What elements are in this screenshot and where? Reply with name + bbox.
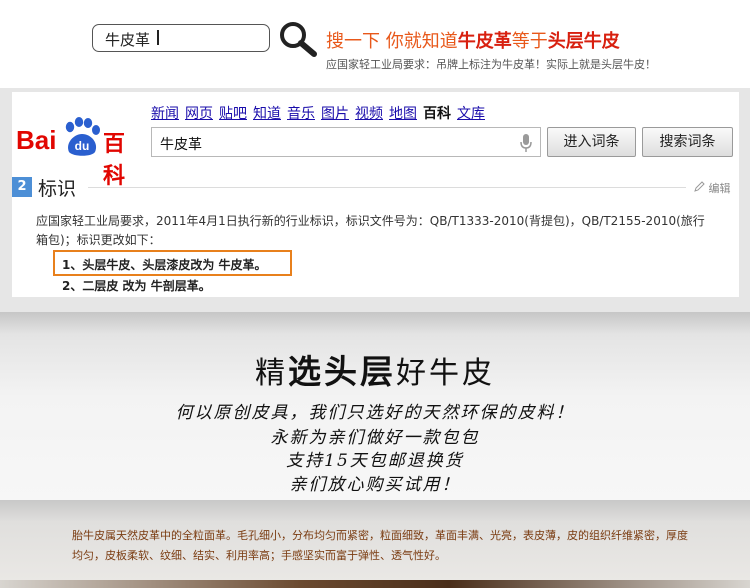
- search-icon[interactable]: [278, 20, 320, 58]
- text-caret: [157, 30, 159, 45]
- baidu-nav: 新闻 网页 贴吧 知道 音乐 图片 视频 地图 百科 文库: [151, 103, 491, 123]
- edit-link[interactable]: 编辑: [694, 180, 731, 196]
- logo-baike: 百科: [103, 132, 126, 189]
- top-search-box[interactable]: 牛皮革: [92, 24, 270, 52]
- baike-search-value: 牛皮革: [160, 137, 202, 153]
- edit-label: 编辑: [708, 182, 731, 195]
- nav-item-web[interactable]: 网页: [185, 106, 213, 122]
- pencil-icon: [694, 181, 705, 192]
- logo-du: du: [75, 139, 90, 153]
- enter-entry-button[interactable]: 进入词条: [547, 127, 636, 157]
- nav-item-video[interactable]: 视频: [355, 106, 383, 122]
- top-subtitle: 应国家轻工业局要求：吊牌上标注为牛皮革！实际上就是头层牛皮！: [326, 58, 656, 71]
- handwriting-line: 亲们放心购买试用！: [289, 475, 461, 495]
- article-paragraph: 应国家轻工业局要求，2011年4月1日执行新的行业标识，标识文件号为：QB/T1…: [36, 214, 705, 228]
- product-image-edge: [0, 580, 750, 588]
- slogan-mid: 等于: [511, 31, 548, 52]
- nav-item-images[interactable]: 图片: [321, 106, 349, 122]
- section-number-badge: 2: [12, 177, 32, 197]
- article-paragraph-cont: 箱包)；标识更改如下：: [36, 233, 161, 247]
- microphone-icon[interactable]: [520, 134, 532, 152]
- handwriting-line: 支持15天包邮退换货: [286, 451, 464, 471]
- nav-item-zhidao[interactable]: 知道: [253, 106, 281, 122]
- list-item: 2、二层皮 改为 牛剖层革。: [62, 279, 211, 293]
- slogan-bold-2: 头层牛皮: [547, 31, 620, 52]
- handwriting-line: 何以原创皮具，我们只选好的天然环保的皮料！: [175, 403, 575, 423]
- baike-search-input[interactable]: 牛皮革: [151, 127, 541, 157]
- nav-item-music[interactable]: 音乐: [287, 106, 315, 122]
- slogan-prefix: 搜一下 你就知道: [326, 31, 458, 52]
- headline-emphasis: 选头层: [288, 352, 396, 391]
- leather-description: 胎牛皮属天然皮革中的全粒面革。毛孔细小，分布均匀而紧密，粒面细致，革面丰满、光亮…: [72, 529, 688, 562]
- nav-item-news[interactable]: 新闻: [151, 106, 179, 122]
- slogan-bold-1: 牛皮革: [457, 31, 512, 52]
- search-entry-button[interactable]: 搜索词条: [642, 127, 733, 157]
- baidu-baike-logo[interactable]: Bai du 百科: [16, 117, 146, 189]
- section-divider: [88, 187, 686, 188]
- list-item: 1、头层牛皮、头层漆皮改为 牛皮革。: [62, 258, 267, 272]
- nav-item-map[interactable]: 地图: [389, 106, 417, 122]
- section-title: 标识: [38, 178, 77, 200]
- handwriting-line: 永新为亲们做好一款包包: [270, 428, 480, 448]
- promo-headline: 精选头层好牛皮: [0, 345, 750, 393]
- baidu-paw-icon: du: [65, 117, 100, 156]
- headline-post: 好牛皮: [396, 356, 495, 391]
- logo-bai: Bai: [16, 125, 57, 155]
- top-slogan: 搜一下 你就知道牛皮革等于头层牛皮: [326, 27, 620, 53]
- headline-pre: 精: [255, 356, 288, 391]
- nav-item-baike-active[interactable]: 百科: [423, 106, 451, 122]
- top-search-value: 牛皮革: [105, 31, 151, 49]
- nav-item-tieba[interactable]: 贴吧: [219, 106, 247, 122]
- nav-item-wenku[interactable]: 文库: [457, 106, 485, 122]
